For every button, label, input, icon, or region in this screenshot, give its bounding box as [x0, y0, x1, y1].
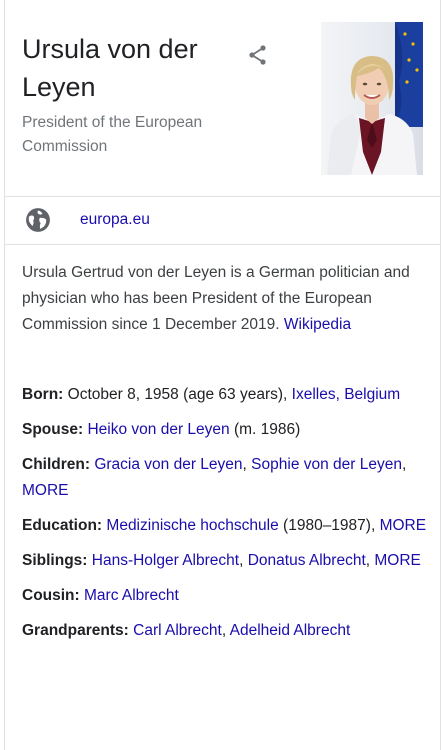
child-link-2[interactable]: Sophie von der Leyen [251, 456, 402, 473]
siblings-more-link[interactable]: MORE [374, 552, 421, 569]
description-text: Ursula Gertrud von der Leyen is a German… [22, 264, 410, 333]
wikipedia-link[interactable]: Wikipedia [284, 316, 351, 333]
website-divider [5, 244, 440, 245]
birthplace-link[interactable]: Ixelles, Belgium [292, 386, 401, 403]
fact-born: Born: October 8, 1958 (age 63 years), Ix… [22, 382, 427, 408]
website-link[interactable]: europa.eu [80, 209, 150, 231]
fact-label: Grandparents: [22, 622, 129, 639]
fact-cousin: Cousin: Marc Albrecht [22, 583, 427, 609]
fact-spouse: Spouse: Heiko von der Leyen (m. 1986) [22, 417, 427, 443]
grandparent-link-2[interactable]: Adelheid Albrecht [230, 622, 351, 639]
cousin-link[interactable]: Marc Albrecht [84, 587, 179, 604]
grandparent-link-1[interactable]: Carl Albrecht [133, 622, 222, 639]
fact-education: Education: Medizinische hochschule (1980… [22, 513, 427, 539]
subtitle: President of the European Commission [22, 114, 203, 155]
fact-grandparents: Grandparents: Carl Albrecht, Adelheid Al… [22, 622, 351, 639]
sibling-link-2[interactable]: Donatus Albrecht [248, 552, 366, 569]
child-link-1[interactable]: Gracia von der Leyen [94, 456, 242, 473]
website-row: europa.eu [5, 196, 440, 244]
fact-label: Cousin: [22, 587, 80, 604]
fact-value: (1980–1987), [283, 517, 376, 534]
portrait-illustration [321, 22, 423, 175]
page-title: Ursula von der Leyen [22, 34, 198, 102]
fact-siblings: Siblings: Hans-Holger Albrecht, Donatus … [22, 552, 421, 569]
fact-label: Siblings: [22, 552, 88, 569]
fact-label: Education: [22, 517, 103, 534]
share-icon [249, 45, 266, 65]
portrait-image[interactable] [321, 22, 423, 175]
fact-label: Spouse: [22, 421, 84, 438]
fact-children: Children: Gracia von der Leyen, Sophie v… [22, 456, 407, 499]
education-link[interactable]: Medizinische hochschule [106, 517, 278, 534]
fact-label: Children: [22, 456, 91, 473]
spouse-link[interactable]: Heiko von der Leyen [87, 421, 229, 438]
fact-value: October 8, 1958 (age 63 years), [67, 386, 288, 403]
share-button[interactable] [241, 38, 275, 72]
panel-header: Ursula von der Leyen President of the Eu… [5, 0, 440, 196]
fact-value: (m. 1986) [233, 421, 301, 438]
sibling-link-1[interactable]: Hans-Holger Albrecht [92, 552, 239, 569]
education-more-link[interactable]: MORE [380, 517, 427, 534]
children-more-link[interactable]: MORE [22, 482, 69, 499]
fact-label: Born: [22, 386, 64, 403]
facts-list: Born: October 8, 1958 (age 63 years), Ix… [22, 382, 427, 653]
globe-icon [26, 208, 50, 232]
knowledge-panel: Ursula von der Leyen President of the Eu… [4, 0, 441, 750]
description: Ursula Gertrud von der Leyen is a German… [22, 260, 427, 338]
